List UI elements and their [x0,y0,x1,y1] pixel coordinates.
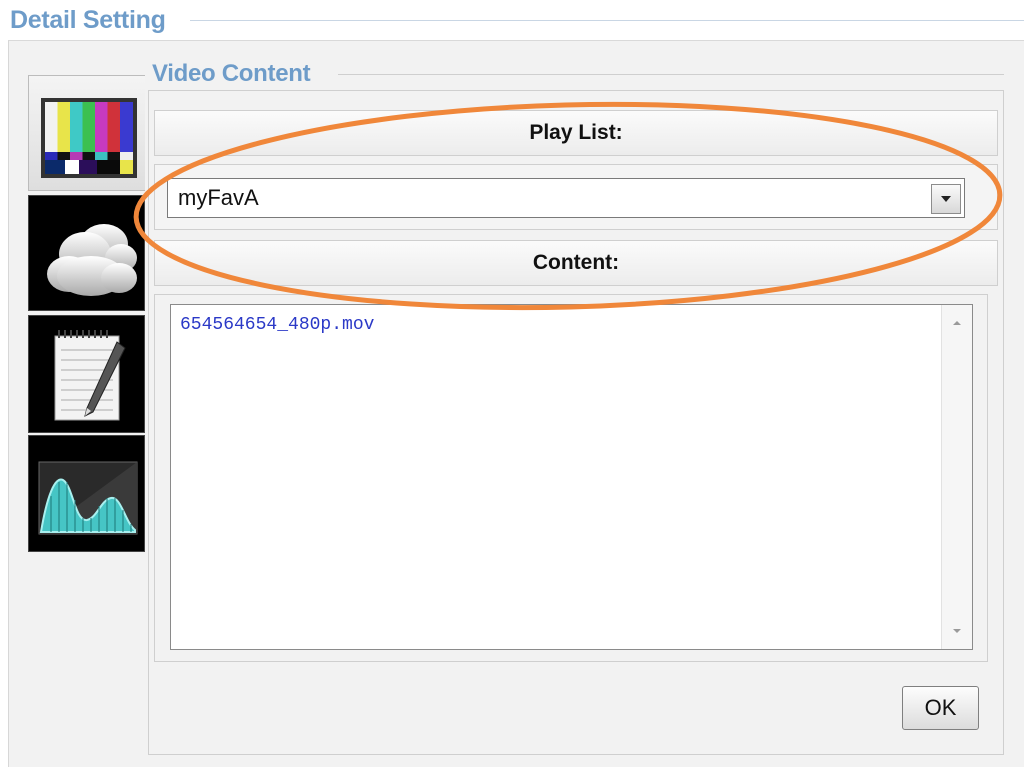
dropdown-button[interactable] [931,184,961,214]
scroll-down-button[interactable] [941,614,972,648]
detail-setting-title: Detail Setting [10,6,166,34]
cloud-icon [47,224,137,296]
notepad-pen-icon [54,330,126,421]
content-label: Content: [154,240,998,286]
list-item[interactable]: 654564654_480p.mov [180,315,374,335]
scroll-up-button[interactable] [941,306,972,340]
content-scrollbar[interactable] [941,305,972,649]
sidebar-tab-chart[interactable] [28,435,145,552]
color-bars-icon [41,98,137,178]
playlist-selected-value: myFavA [178,185,259,210]
scroll-up-icon [952,321,961,325]
sidebar-tab-video-content[interactable] [28,75,145,191]
playlist-dropdown[interactable]: myFavA [167,178,965,218]
sidebar-tab-weather[interactable] [28,195,145,311]
title-divider [190,20,1024,21]
section-divider [338,74,1004,75]
sidebar-tab-notes[interactable] [28,315,145,433]
ok-button[interactable]: OK [902,686,979,730]
chevron-down-icon [941,196,951,202]
content-list[interactable] [170,304,973,650]
playlist-label: Play List: [154,110,998,156]
section-title: Video Content [152,60,311,87]
waveform-chart-icon [38,461,138,535]
scroll-down-icon [952,629,961,633]
